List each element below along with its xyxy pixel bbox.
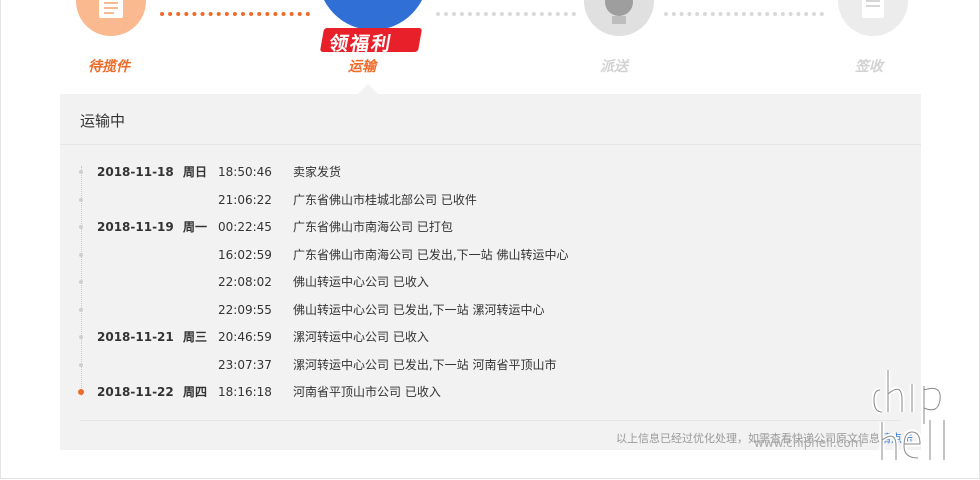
panel-title: 运输中 xyxy=(80,112,126,130)
promo-badge-label: 领福利 xyxy=(327,33,395,55)
event-description: 佛山转运中心公司 已发出,下一站 漯河转运中心 xyxy=(293,302,545,317)
tracking-event-row: 22:09:55 佛山转运中心公司 已发出,下一站 漯河转运中心 xyxy=(60,300,860,320)
tracking-event-row: 2018-11-22 周四 18:16:18 河南省平顶山市公司 已收入 xyxy=(60,382,860,402)
timeline-dot xyxy=(79,225,83,229)
event-time: 00:22:45 xyxy=(218,220,272,234)
tracking-event-row: 21:06:22 广东省佛山市桂城北部公司 已收件 xyxy=(60,190,860,210)
event-time: 18:50:46 xyxy=(218,165,272,179)
event-time: 23:07:37 xyxy=(218,357,272,372)
event-weekday: 周日 xyxy=(183,165,208,179)
timeline-dot xyxy=(79,307,83,312)
divider xyxy=(60,144,921,145)
timeline-dot xyxy=(79,335,83,339)
event-description: 广东省佛山市南海公司 已打包 xyxy=(293,220,453,234)
event-description: 佛山转运中心公司 已收入 xyxy=(293,275,429,289)
progress-dots xyxy=(664,12,824,16)
tracking-panel: 运输中 2018-11-18 周日 18:50:46 卖家发货 21:06:22 广东省佛… xyxy=(60,94,921,450)
timeline-dot xyxy=(79,362,83,367)
event-date: 2018-11-21 xyxy=(97,330,174,344)
event-date: 2018-11-19 xyxy=(97,220,174,234)
event-time: 16:02:59 xyxy=(218,247,272,262)
event-description: 卖家发货 xyxy=(293,165,342,179)
promo-badge[interactable]: 领福利 xyxy=(319,28,423,55)
timeline-dot xyxy=(79,252,83,257)
progress-dots xyxy=(436,12,576,16)
tracking-event-row: 2018-11-18 周日 18:50:46 卖家发货 xyxy=(60,162,860,182)
watermark-url: www.chiphell.com xyxy=(754,436,863,450)
event-time: 21:06:22 xyxy=(218,192,272,207)
event-weekday: 周四 xyxy=(183,385,208,399)
event-description: 广东省佛山市南海公司 已发出,下一站 佛山转运中心 xyxy=(293,247,569,262)
divider xyxy=(80,420,901,421)
progress-dots xyxy=(160,12,310,16)
event-time: 18:16:18 xyxy=(218,385,272,399)
courier-icon xyxy=(584,0,654,36)
step-label: 待揽件 xyxy=(88,59,130,75)
tracking-event-row: 2018-11-21 周三 20:46:59 漯河转运中心公司 已收入 xyxy=(60,327,860,347)
tracking-event-row: 2018-11-19 周一 00:22:45 广东省佛山市南海公司 已打包 xyxy=(60,217,860,237)
current-status-dot xyxy=(78,389,84,395)
tracking-event-row: 23:07:37 漯河转运中心公司 已发出,下一站 河南省平顶山市 xyxy=(60,355,860,375)
step-label: 运输 xyxy=(348,59,376,75)
step-label: 派送 xyxy=(600,59,628,75)
event-description: 漯河转运中心公司 已发出,下一站 河南省平顶山市 xyxy=(293,357,557,372)
document-icon xyxy=(76,0,146,36)
truck-icon xyxy=(318,0,428,30)
event-time: 22:08:02 xyxy=(218,275,272,289)
tracking-event-row: 22:08:02 佛山转运中心公司 已收入 xyxy=(60,272,860,292)
timeline-dot xyxy=(79,280,83,284)
event-weekday: 周一 xyxy=(183,220,208,234)
event-date: 2018-11-18 xyxy=(97,165,174,179)
timeline-dot xyxy=(79,170,83,174)
tracking-event-row: 16:02:59 广东省佛山市南海公司 已发出,下一站 佛山转运中心 xyxy=(60,245,860,265)
event-description: 河南省平顶山市公司 已收入 xyxy=(293,385,441,399)
event-description: 漯河转运中心公司 已收入 xyxy=(293,330,429,344)
event-date: 2018-11-22 xyxy=(97,385,174,399)
event-time: 20:46:59 xyxy=(218,330,272,344)
step-label: 签收 xyxy=(855,59,883,75)
timeline-dot xyxy=(79,197,83,202)
event-weekday: 周三 xyxy=(183,330,208,344)
event-description: 广东省佛山市桂城北部公司 已收件 xyxy=(293,192,477,207)
signed-document-icon xyxy=(838,0,908,36)
event-time: 22:09:55 xyxy=(218,302,272,317)
panel-pointer xyxy=(358,84,378,94)
chiphell-logo xyxy=(871,360,968,468)
